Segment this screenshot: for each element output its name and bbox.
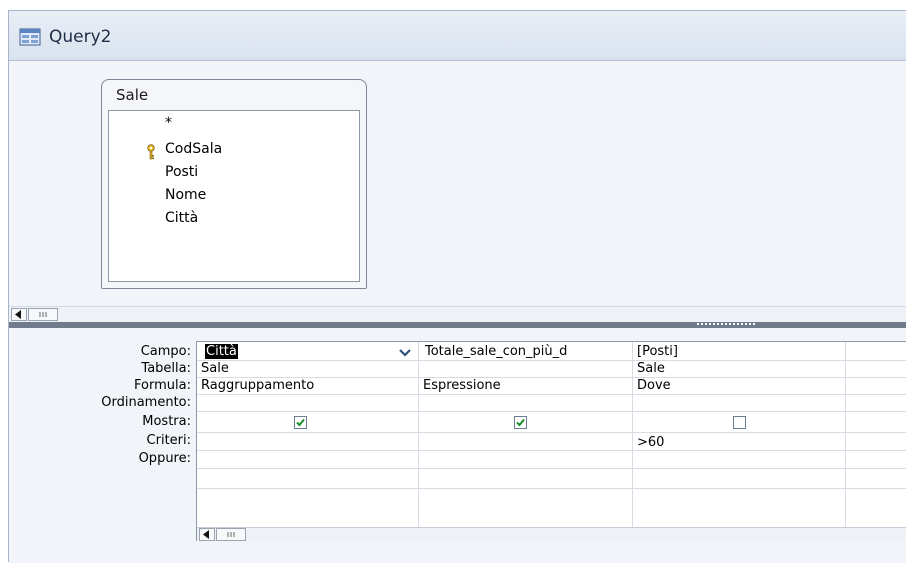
row-label-tabella: Tabella: xyxy=(141,361,191,376)
row-label-mostra: Mostra: xyxy=(142,414,191,429)
design-grid-pane: Campo: Tabella: Formula: Ordinamento: Mo… xyxy=(9,328,906,563)
field-list: * CodSala Posti Nome Città xyxy=(108,110,360,282)
grid-scroll-left-button[interactable] xyxy=(199,528,215,541)
row-label-campo: Campo: xyxy=(140,344,191,359)
title-bar: Query2 xyxy=(9,11,906,61)
window-title: Query2 xyxy=(49,27,112,47)
field-item-posti[interactable]: Posti xyxy=(165,164,198,180)
query-design-grid: Città Sale Raggruppamento Totale_sale_co… xyxy=(196,341,906,541)
table-pane-scrollbar[interactable] xyxy=(9,306,906,322)
table-name: Sale xyxy=(116,86,149,104)
arrow-left-icon[interactable] xyxy=(11,308,27,321)
chevron-down-icon[interactable] xyxy=(397,346,413,360)
col3-formula[interactable]: Dove xyxy=(637,378,671,393)
col2-formula[interactable]: Espressione xyxy=(423,378,501,393)
row-label-oppure: Oppure: xyxy=(138,451,191,466)
primary-key-icon xyxy=(147,144,155,160)
table-pane: Sale * CodSala Posti Nome Città xyxy=(9,61,906,306)
col3-tabella[interactable]: Sale xyxy=(637,361,665,376)
row-label-criteri: Criteri: xyxy=(146,433,191,448)
field-item-nome[interactable]: Nome xyxy=(165,187,206,203)
col3-criteri[interactable]: >60 xyxy=(637,435,664,450)
col3-mostra-checkbox[interactable] xyxy=(733,416,746,429)
table-field-list-window[interactable]: Sale * CodSala Posti Nome Città xyxy=(101,79,367,289)
row-labels: Campo: Tabella: Formula: Ordinamento: Mo… xyxy=(9,341,191,521)
query-design-icon xyxy=(19,28,41,46)
field-item-codsala[interactable]: CodSala xyxy=(165,141,222,157)
grid-scrollbar[interactable] xyxy=(197,527,906,541)
col1-mostra-checkbox[interactable] xyxy=(294,416,307,429)
scroll-thumb-icon[interactable] xyxy=(28,308,58,321)
field-item-citta[interactable]: Città xyxy=(165,210,198,226)
row-label-formula: Formula: xyxy=(134,378,191,393)
col1-campo[interactable]: Città xyxy=(205,344,238,359)
field-item-all[interactable]: * xyxy=(165,115,172,131)
col3-campo[interactable]: [Posti] xyxy=(637,344,678,359)
row-label-ordinamento: Ordinamento: xyxy=(101,395,191,410)
col2-mostra-checkbox[interactable] xyxy=(514,416,527,429)
col2-campo[interactable]: Totale_sale_con_più_d xyxy=(425,344,630,359)
col1-formula[interactable]: Raggruppamento xyxy=(201,378,314,393)
col1-tabella[interactable]: Sale xyxy=(201,361,229,376)
query-design-window: Query2 Sale * CodSala Posti Nome Città C… xyxy=(8,10,906,563)
grid-scroll-thumb[interactable] xyxy=(216,528,246,541)
splitter-grip[interactable] xyxy=(697,323,755,326)
